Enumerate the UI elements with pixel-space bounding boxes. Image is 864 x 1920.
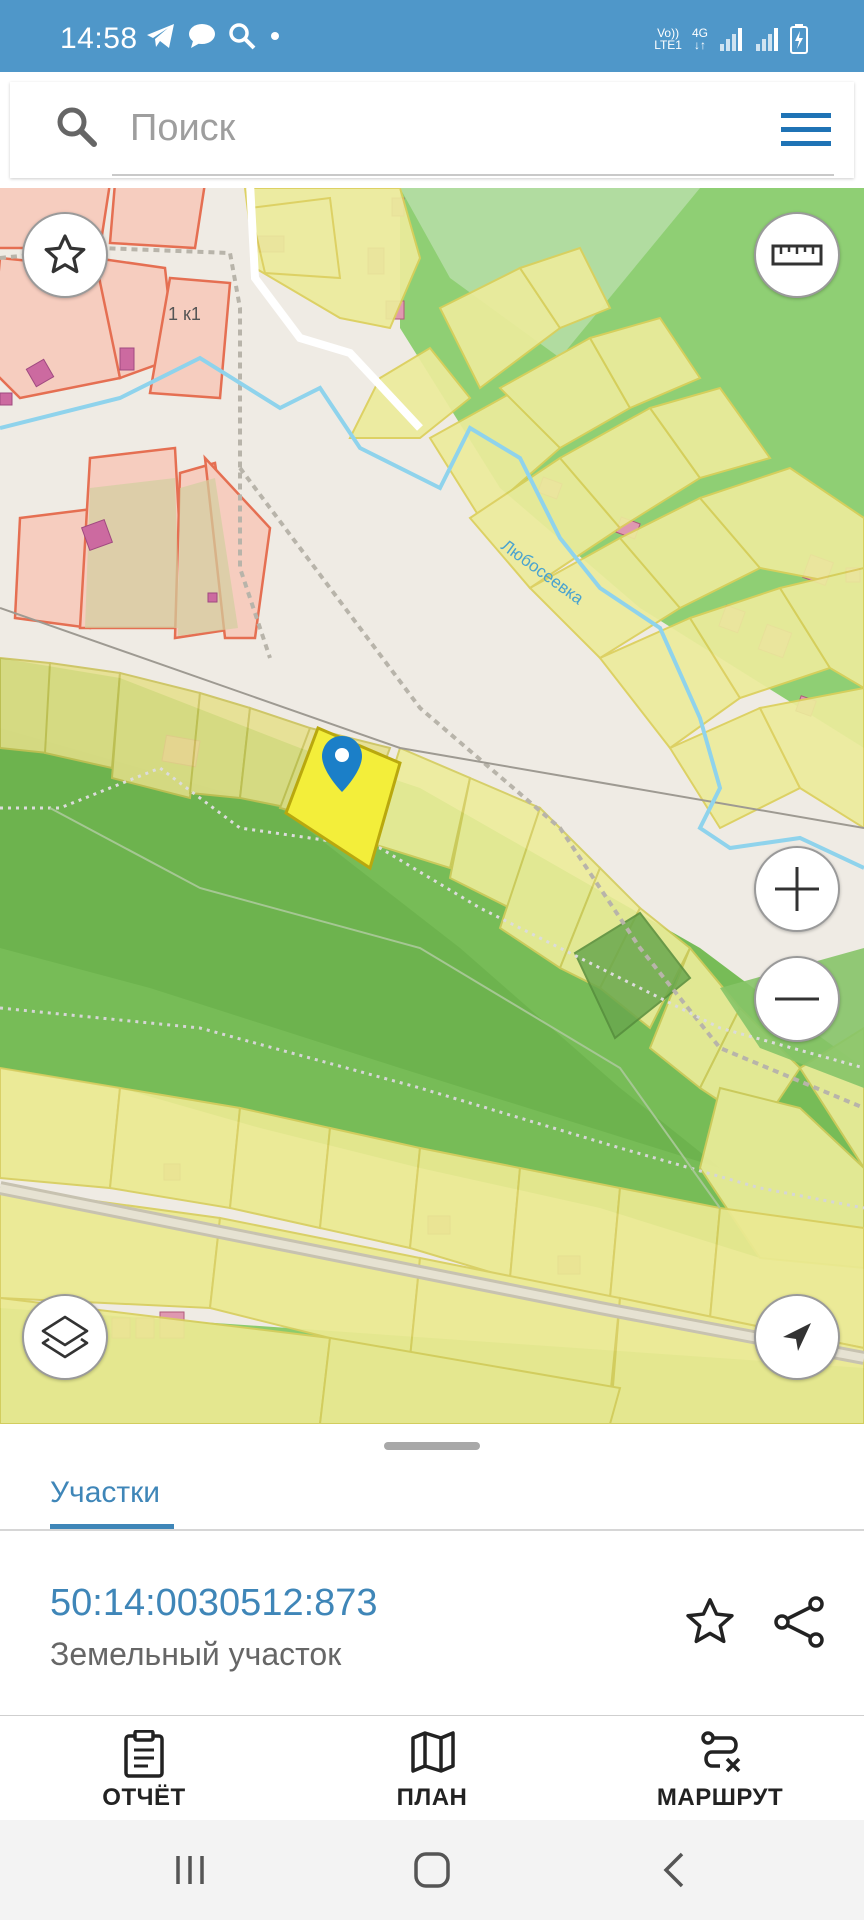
signal-icon [756, 28, 778, 51]
tab-parcels[interactable]: Участки [50, 1476, 160, 1510]
map-view[interactable]: 1 к1 Любосеевка [0, 188, 864, 1424]
parcel-type: Земельный участок [50, 1636, 342, 1672]
telegram-icon [147, 24, 174, 48]
urban-parcels-highlight [85, 478, 238, 636]
building-label: 1 к1 [168, 304, 201, 324]
search-underline [112, 174, 834, 176]
share-icon[interactable] [772, 1594, 828, 1650]
bottom-navigation: ОТЧЁТ ПЛАН МАРШРУТ [0, 1716, 864, 1820]
battery-charging-icon [790, 24, 808, 54]
layers-icon [41, 1315, 89, 1359]
dot-icon [271, 32, 279, 40]
parcel-cadastral-number[interactable]: 50:14:0030512:873 [50, 1582, 378, 1625]
my-location-button[interactable] [754, 1294, 840, 1380]
home-icon[interactable] [412, 1850, 452, 1890]
favorite-button[interactable] [22, 212, 108, 298]
back-icon[interactable] [658, 1850, 690, 1890]
network-type-indicator: 4G ↓↑ [691, 26, 708, 52]
plan-label: ПЛАН [396, 1784, 468, 1811]
plus-icon [775, 867, 819, 911]
ruler-button[interactable] [754, 212, 840, 298]
zoom-in-button[interactable] [754, 846, 840, 932]
search-input[interactable] [128, 102, 732, 154]
minus-icon [775, 997, 819, 1001]
report-button[interactable]: ОТЧЁТ [44, 1730, 244, 1816]
signal-icon [720, 28, 742, 51]
cadastral-map[interactable]: 1 к1 Любосеевка [0, 188, 864, 1424]
report-label: ОТЧЁТ [102, 1784, 186, 1811]
recent-apps-icon[interactable] [172, 1852, 208, 1888]
route-button[interactable]: МАРШРУТ [620, 1730, 820, 1816]
parcel-info-sheet: Участки 50:14:0030512:873 Земельный учас… [0, 1424, 864, 1717]
menu-icon[interactable] [780, 108, 832, 152]
system-status-icons: Vo)) LTE1 4G ↓↑ [654, 24, 808, 54]
search-icon [229, 23, 256, 50]
chat-bubble-icon [189, 24, 215, 48]
status-bar: 14:58 Vo)) LTE1 4G ↓↑ [0, 0, 864, 72]
route-label: МАРШРУТ [656, 1784, 784, 1811]
search-bar [10, 82, 854, 178]
star-icon [44, 234, 86, 274]
notification-icons [146, 22, 282, 50]
map-icon [411, 1731, 455, 1773]
navigation-arrow-icon [783, 1323, 811, 1351]
status-time: 14:58 [60, 22, 138, 55]
route-icon [701, 1731, 741, 1773]
zoom-out-button[interactable] [754, 956, 840, 1042]
plan-button[interactable]: ПЛАН [332, 1730, 532, 1816]
system-navigation-bar [0, 1820, 864, 1920]
clipboard-icon [124, 1730, 164, 1778]
sheet-drag-handle[interactable] [384, 1442, 480, 1450]
tab-divider [0, 1529, 864, 1531]
star-icon[interactable] [682, 1594, 738, 1650]
ruler-icon [771, 244, 823, 266]
volte-indicator: Vo)) LTE1 [654, 26, 682, 52]
search-icon[interactable] [54, 104, 100, 150]
layers-button[interactable] [22, 1294, 108, 1380]
